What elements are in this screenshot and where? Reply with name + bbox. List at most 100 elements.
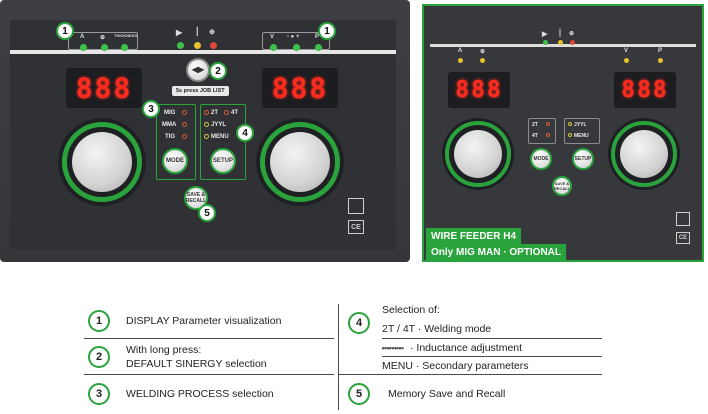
wf-right-display-digits: 888 (621, 77, 669, 103)
label-wire-speed: ⊕ (100, 35, 106, 41)
wf-mode-button[interactable]: MODE (530, 148, 552, 170)
wf-right-display: 888 (614, 72, 676, 108)
callout-badge-5: 5 (198, 204, 216, 222)
legend-badge-4: 4 (348, 312, 370, 334)
led-mma (182, 122, 187, 127)
option-4t: 4T (231, 110, 239, 116)
led-thermal (194, 42, 201, 49)
wf-right-knob-cap[interactable] (620, 130, 668, 178)
led-torch (177, 42, 184, 49)
wf-option-inductance: JYYL (574, 122, 587, 128)
wf-option-4t: 4T (532, 133, 538, 139)
ce-mark: CE (348, 220, 364, 234)
left-knob[interactable] (58, 118, 146, 206)
callout-badge-1-left: 1 (56, 22, 74, 40)
wf-right-knob[interactable] (608, 118, 680, 190)
legend-rule-1 (84, 338, 334, 339)
job-list-label: 5s press JOB LIST (172, 86, 229, 96)
wf-mains-icon: ⊕ (569, 31, 575, 37)
right-display-digits: 888 (271, 71, 329, 105)
legend-rule-4b (382, 356, 602, 357)
label-arc-length: - ● + (287, 34, 300, 40)
legend-badge-2: 2 (88, 346, 110, 368)
process-option-mma: MMA (162, 122, 177, 128)
wf-led-2t (546, 122, 550, 126)
legend-text-2a: With long press: (126, 344, 202, 356)
wf-left-display-digits: 888 (455, 77, 503, 103)
led-thickness (121, 44, 128, 51)
wf-label-wire-speed: ⊕ (480, 49, 486, 55)
wf-led-thermal (558, 40, 563, 45)
wf-led-mains (570, 40, 575, 45)
callout-badge-1-right: 1 (318, 22, 336, 40)
wf-led-power (658, 58, 663, 63)
legend-text-1: DISPLAY Parameter visualization (126, 315, 282, 327)
wf-label-power: P (658, 48, 663, 54)
thermometer-icon: ∣ (195, 26, 200, 36)
wf-setup-button[interactable]: SETUP (572, 148, 594, 170)
panel-stripe (10, 50, 396, 54)
wf-left-display: 888 (448, 72, 510, 108)
left-knob-cap[interactable] (72, 132, 132, 192)
wf-torch-icon: ▶ (542, 31, 548, 38)
mode-button[interactable]: MODE (162, 148, 188, 174)
callout-badge-2: 2 (209, 62, 227, 80)
label-amps: A (80, 34, 85, 40)
wf-led-torch (543, 40, 548, 45)
left-display-digits: 888 (75, 71, 133, 105)
legend-rule-4c (338, 374, 602, 375)
legend-badge-5: 5 (348, 383, 370, 405)
legend-text-4b: · Inductance adjustment (410, 342, 523, 354)
wf-save-recall-button[interactable]: SAVE & RECALL (552, 176, 572, 196)
wire-feeder-panel: A ⊕ V P ▶ ∣ ⊕ 888 888 2T 4T JYYL MENU MO… (422, 4, 704, 262)
wf-warning-icon (676, 212, 690, 226)
wf-caption-subtitle: Only MIG MAN · OPTIONAL (426, 244, 566, 262)
wf-led-4t (546, 133, 550, 137)
legend-text-5: Memory Save and Recall (388, 388, 506, 400)
legend-spacer (382, 320, 602, 321)
sinergy-button[interactable]: ◀▶ (186, 58, 210, 82)
option-2t: 2T (211, 110, 219, 116)
led-wire-speed (101, 44, 108, 51)
wf-led-inductance (568, 122, 572, 126)
wf-label-volts: V (624, 48, 629, 54)
legend-rule-2 (84, 374, 334, 375)
wf-thermometer-icon: ∣ (558, 28, 562, 37)
label-thickness: THICKNESS (114, 33, 138, 38)
led-menu (204, 134, 209, 139)
right-knob[interactable] (256, 118, 344, 206)
right-knob-cap[interactable] (270, 132, 330, 192)
welder-control-panel: A ⊕ THICKNESS ▶ ∣ ⊕ V - ● + P 1 1 888 88… (0, 0, 410, 262)
wf-led-volts (624, 58, 629, 63)
wf-ce-mark: CE (676, 232, 690, 244)
led-inductance (204, 122, 209, 127)
callout-badge-4: 4 (236, 124, 254, 142)
torch-icon: ▶ (176, 28, 183, 37)
wf-label-amps: A (458, 48, 463, 54)
wf-led-amps (458, 58, 463, 63)
wf-option-2t: 2T (532, 122, 538, 128)
led-mig (182, 110, 187, 115)
wf-left-knob[interactable] (442, 118, 514, 190)
callout-badge-3: 3 (142, 100, 160, 118)
wf-left-knob-cap[interactable] (454, 130, 502, 178)
legend-text-2b: DEFAULT SINERGY selection (126, 358, 267, 370)
legend-badge-1: 1 (88, 310, 110, 332)
led-amps (80, 44, 87, 51)
led-tig (182, 134, 187, 139)
legend-text-4-title: Selection of: (382, 304, 440, 316)
legend-text-3: WELDING PROCESS selection (126, 388, 274, 400)
process-option-mig: MIG (164, 110, 176, 116)
setup-button[interactable]: SETUP (210, 148, 236, 174)
warning-icon (348, 198, 364, 214)
wf-stripe (430, 44, 696, 47)
wf-led-menu (568, 133, 572, 137)
wf-option-menu: MENU (574, 133, 589, 139)
legend-badge-3: 3 (88, 383, 110, 405)
led-2t (204, 110, 209, 115)
mains-icon: ⊕ (209, 29, 215, 36)
option-menu: MENU (211, 134, 229, 140)
right-display: 888 (262, 68, 338, 108)
legend-text-4a: 2T / 4T · Welding mode (382, 323, 492, 335)
option-inductance: JYYL (211, 122, 227, 128)
